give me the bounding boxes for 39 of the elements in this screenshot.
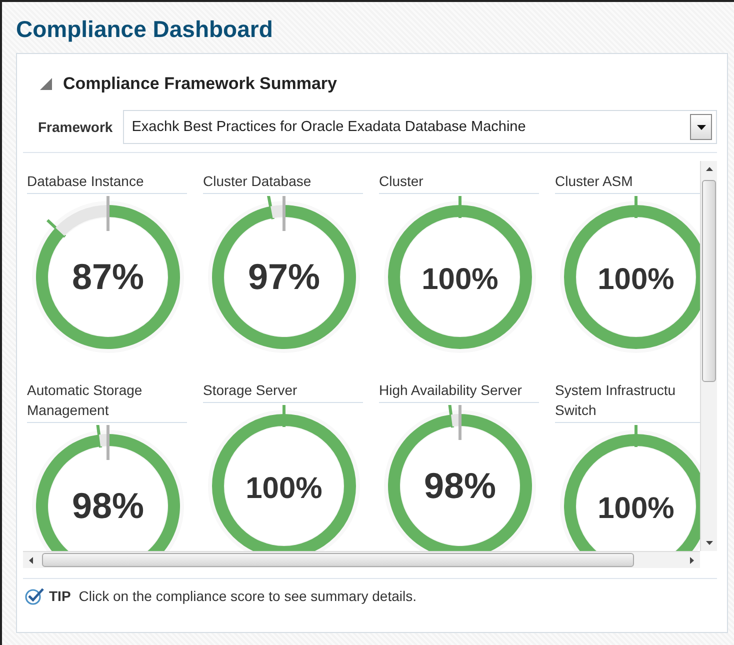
compliance-score[interactable]: 98% — [72, 485, 144, 526]
target-tick — [106, 425, 110, 460]
gauge-title: Database Instance — [27, 171, 187, 194]
remaining-slice — [270, 205, 284, 218]
compliant-slice[interactable] — [564, 196, 700, 349]
gauge-title: Automatic Storage Management — [27, 380, 187, 423]
gauge-title: Cluster — [379, 171, 539, 194]
remaining-slice — [56, 205, 108, 236]
target-tick — [282, 196, 286, 231]
remaining-slice — [98, 434, 108, 446]
gauge-title: Cluster Database — [203, 171, 363, 194]
compliance-score[interactable]: 100% — [246, 472, 322, 505]
compliance-score[interactable]: 100% — [422, 263, 498, 296]
framework-dropdown[interactable]: Exachk Best Practices for Oracle Exadata Database Machine — [122, 110, 717, 144]
compliant-slice[interactable] — [388, 405, 532, 551]
panel-title: Compliance Framework Summary — [63, 74, 337, 94]
compliance-score[interactable]: 100% — [598, 263, 674, 296]
gauge-title: High Availability Server — [379, 380, 539, 403]
vertical-scrollbar[interactable] — [700, 161, 717, 551]
gauge-title: Storage Server — [203, 380, 363, 403]
remaining-slice — [450, 414, 460, 426]
compliant-slice[interactable] — [388, 196, 532, 349]
compliant-slice[interactable] — [212, 196, 356, 349]
compliance-score[interactable]: 98% — [424, 465, 496, 506]
compliance-score[interactable]: 100% — [598, 492, 674, 525]
compliance-score[interactable]: 87% — [72, 256, 144, 297]
target-tick — [106, 196, 110, 231]
compliance-score[interactable]: 97% — [248, 256, 320, 297]
compliant-slice[interactable] — [36, 205, 180, 349]
check-icon — [25, 587, 45, 605]
tip-text: Click on the compliance score to see summary details. — [78, 588, 416, 604]
caret-icon — [696, 124, 706, 130]
tip-label: TIP — [49, 588, 71, 604]
collapse-triangle-icon[interactable] — [39, 77, 53, 91]
compliant-slice[interactable] — [212, 405, 356, 551]
framework-label: Framework — [38, 119, 113, 135]
target-tick — [458, 405, 462, 440]
page-title: Compliance Dashboard — [16, 16, 274, 43]
horizontal-scrollbar[interactable] — [23, 551, 700, 568]
